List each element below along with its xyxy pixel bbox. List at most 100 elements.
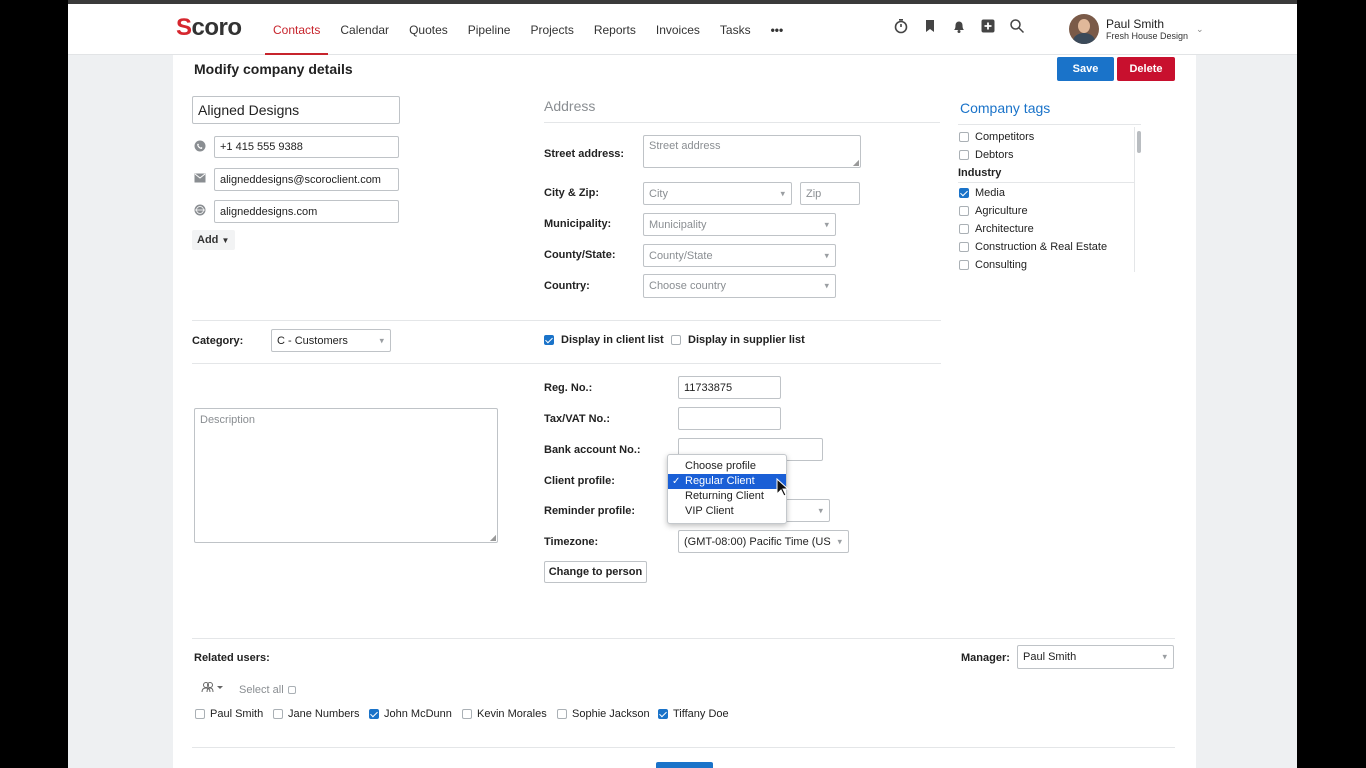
- tag-architecture[interactable]: Architecture: [959, 223, 1034, 235]
- supplier-list-toggle[interactable]: Display in supplier list: [671, 334, 805, 346]
- county-label: County/State:: [544, 249, 616, 261]
- delete-button[interactable]: Delete: [1117, 57, 1175, 81]
- scroll-thumb[interactable]: [1137, 131, 1141, 153]
- county-select[interactable]: County/State: [643, 244, 836, 267]
- chevron-down-icon[interactable]: ⌄: [1196, 24, 1204, 35]
- tax-field[interactable]: [678, 407, 781, 430]
- nav-invoices[interactable]: Invoices: [646, 4, 710, 55]
- user-label: Kevin Morales: [477, 708, 547, 720]
- add-new-icon[interactable]: [980, 18, 996, 34]
- related-user-kevin-morales[interactable]: Kevin Morales: [462, 708, 547, 720]
- checkbox[interactable]: [959, 132, 969, 142]
- bottom-action-button[interactable]: [656, 762, 713, 768]
- profile-option-regular[interactable]: ✓ Regular Client: [668, 474, 786, 489]
- option-label: Regular Client: [685, 475, 755, 487]
- street-address-field[interactable]: Street address ◢: [643, 135, 861, 168]
- country-select[interactable]: Choose country: [643, 274, 836, 298]
- top-navigation-bar: Scoro Contacts Calendar Quotes Pipeline …: [68, 4, 1297, 55]
- municipality-select[interactable]: Municipality: [643, 213, 836, 236]
- checkbox-checked[interactable]: [658, 709, 668, 719]
- related-user-jane-numbers[interactable]: Jane Numbers: [273, 708, 360, 720]
- client-profile-label: Client profile:: [544, 475, 615, 487]
- checkbox-checked[interactable]: [544, 335, 554, 345]
- resize-handle-icon[interactable]: ◢: [853, 158, 859, 167]
- timer-icon[interactable]: [893, 18, 909, 34]
- nav-tasks[interactable]: Tasks: [710, 4, 761, 55]
- nav-quotes[interactable]: Quotes: [399, 4, 458, 55]
- tag-media[interactable]: Media: [959, 187, 1005, 199]
- scoro-logo[interactable]: Scoro: [176, 14, 242, 42]
- nav-projects[interactable]: Projects: [520, 4, 583, 55]
- client-list-toggle[interactable]: Display in client list: [544, 334, 664, 346]
- select-all-toggle[interactable]: Select all: [239, 684, 296, 696]
- more-menu-icon[interactable]: •••: [761, 4, 794, 55]
- industry-group-label: Industry: [958, 167, 1002, 179]
- municipality-placeholder: Municipality: [649, 218, 707, 231]
- municipality-label: Municipality:: [544, 218, 612, 230]
- tags-divider: [958, 124, 1141, 125]
- category-select[interactable]: C - Customers: [271, 329, 391, 352]
- client-profile-dropdown[interactable]: Choose profile ✓ Regular Client Returning…: [667, 454, 787, 524]
- checkbox[interactable]: [959, 224, 969, 234]
- checkbox[interactable]: [195, 709, 205, 719]
- bookmark-icon[interactable]: [922, 18, 938, 34]
- user-label: Sophie Jackson: [572, 708, 650, 720]
- search-icon[interactable]: [1009, 18, 1025, 34]
- checkbox[interactable]: [959, 206, 969, 216]
- email-field[interactable]: aligneddesigns@scoroclient.com: [214, 168, 399, 191]
- tag-competitors[interactable]: Competitors: [959, 131, 1034, 143]
- tag-agriculture[interactable]: Agriculture: [959, 205, 1028, 217]
- reg-no-label: Reg. No.:: [544, 382, 593, 394]
- website-field[interactable]: aligneddesigns.com: [214, 200, 399, 223]
- resize-handle-icon[interactable]: ◢: [490, 533, 496, 542]
- nav-reports[interactable]: Reports: [584, 4, 646, 55]
- nav-pipeline[interactable]: Pipeline: [458, 4, 521, 55]
- tag-label: Architecture: [975, 223, 1034, 235]
- manager-select[interactable]: Paul Smith: [1017, 645, 1174, 669]
- checkbox[interactable]: [959, 150, 969, 160]
- checkbox[interactable]: [273, 709, 283, 719]
- company-name-field[interactable]: Aligned Designs: [192, 96, 400, 124]
- checkbox[interactable]: [462, 709, 472, 719]
- related-user-tiffany-doe[interactable]: Tiffany Doe: [658, 708, 729, 720]
- nav-contacts[interactable]: Contacts: [263, 4, 330, 55]
- profile-option-choose[interactable]: Choose profile: [668, 459, 786, 474]
- email-icon: [194, 173, 206, 185]
- tag-consulting[interactable]: Consulting: [959, 259, 1027, 271]
- user-label: Tiffany Doe: [673, 708, 729, 720]
- related-user-sophie-jackson[interactable]: Sophie Jackson: [557, 708, 650, 720]
- tag-debtors[interactable]: Debtors: [959, 149, 1014, 161]
- add-label: Add: [197, 234, 219, 246]
- checkbox-checked[interactable]: [959, 188, 969, 198]
- tags-scrollbar[interactable]: [1134, 127, 1142, 272]
- description-field[interactable]: Description ◢: [194, 408, 498, 543]
- checkbox-checked[interactable]: [369, 709, 379, 719]
- profile-option-vip[interactable]: VIP Client: [668, 504, 786, 519]
- phone-field[interactable]: +1 415 555 9388: [214, 136, 399, 158]
- city-select[interactable]: City: [643, 182, 792, 205]
- user-menu[interactable]: Paul Smith Fresh House Design ⌄: [1069, 14, 1204, 44]
- checkbox[interactable]: [959, 242, 969, 252]
- checkbox[interactable]: [287, 686, 296, 694]
- change-to-person-button[interactable]: Change to person: [544, 561, 647, 583]
- reg-no-field[interactable]: 11733875: [678, 376, 781, 399]
- checkbox[interactable]: [959, 260, 969, 270]
- zip-placeholder: Zip: [806, 187, 822, 200]
- checkbox[interactable]: [557, 709, 567, 719]
- tag-construction[interactable]: Construction & Real Estate: [959, 241, 1107, 253]
- add-contact-field-button[interactable]: Add ▼: [192, 230, 235, 250]
- user-group-icon[interactable]: [201, 681, 223, 696]
- nav-calendar[interactable]: Calendar: [330, 4, 399, 55]
- profile-option-returning[interactable]: Returning Client: [668, 489, 786, 504]
- zip-field[interactable]: Zip: [800, 182, 860, 205]
- checkbox[interactable]: [671, 335, 681, 345]
- related-user-paul-smith[interactable]: Paul Smith: [195, 708, 263, 720]
- manager-label: Manager:: [961, 652, 1010, 664]
- timezone-select[interactable]: (GMT-08:00) Pacific Time (US: [678, 530, 849, 553]
- notifications-icon[interactable]: [951, 18, 967, 34]
- company-form-panel: Modify company details Save Delete Align…: [173, 55, 1196, 768]
- save-button[interactable]: Save: [1057, 57, 1114, 81]
- county-placeholder: County/State: [649, 249, 713, 262]
- related-users-label: Related users:: [194, 652, 270, 664]
- related-user-john-mcdunn[interactable]: John McDunn: [369, 708, 452, 720]
